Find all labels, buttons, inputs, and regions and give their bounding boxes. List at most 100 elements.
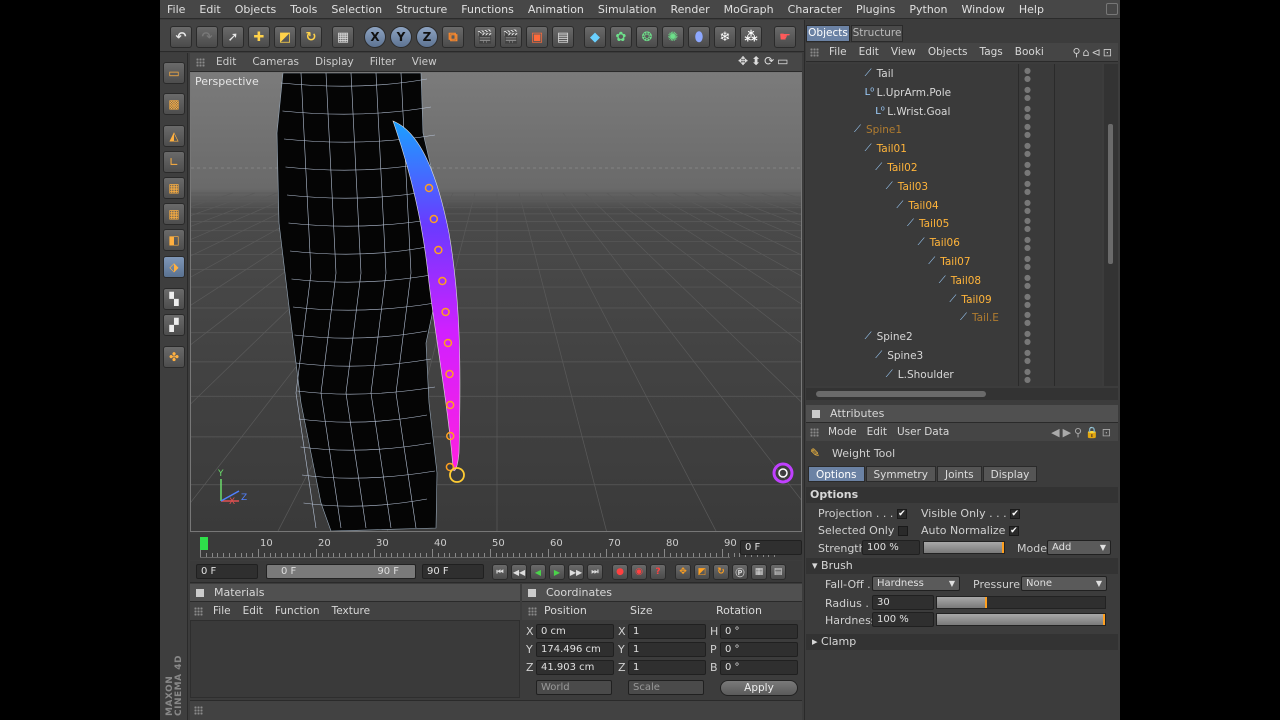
menu-plugins[interactable]: Plugins [849, 3, 902, 16]
list-item[interactable]: ⟋ Tail ● ● [806, 66, 1102, 85]
list-item[interactable]: ⟋ Tail02 ● ● [806, 160, 1102, 179]
points-mode-icon[interactable]: ▦ [163, 177, 185, 199]
mode-dropdown[interactable]: Add ▼ [1047, 540, 1111, 555]
enable-snapping-icon[interactable]: ▚ [163, 288, 185, 310]
apply-button[interactable]: Apply [720, 680, 798, 696]
list-item[interactable]: ⟋ Tail04 ● ● [806, 198, 1102, 217]
menu-functions[interactable]: Functions [454, 3, 521, 16]
object-tree-vscroll[interactable] [1104, 64, 1118, 386]
play-backward-icon[interactable]: ◀ [530, 564, 546, 580]
deformer-icon[interactable]: ✺ [662, 26, 684, 48]
list-item[interactable]: L⁰ L.Wrist.Goal ● ● [806, 104, 1102, 123]
viewport[interactable]: Perspective Y X Z [190, 72, 802, 532]
viewport-nav-icons[interactable]: ✥⬍⟳▭ [738, 54, 792, 68]
visibility-dots-icon[interactable]: ● ● [1024, 236, 1031, 252]
size-z-field[interactable]: 1 [628, 660, 706, 675]
model-mode-icon[interactable]: ◭ [163, 125, 185, 147]
visibility-dots-icon[interactable]: ● ● [1024, 273, 1031, 290]
object-axis-icon[interactable]: ∟ [163, 151, 185, 173]
menu-file[interactable]: File [160, 3, 192, 16]
object-manager-tools-icons[interactable]: ⚲⌂⊲⊡ [1073, 46, 1114, 59]
menu-help[interactable]: Help [1012, 3, 1051, 16]
visibility-dots-icon[interactable]: ● ● [1024, 123, 1031, 139]
menu-python[interactable]: Python [902, 3, 954, 16]
position-x-field[interactable]: 0 cm [536, 624, 614, 639]
visibility-dots-icon[interactable]: ● ● [1024, 292, 1031, 309]
menu-window[interactable]: Window [955, 3, 1012, 16]
particles-icon[interactable]: ⁂ [740, 26, 762, 48]
pressure-dropdown[interactable]: None ▼ [1021, 576, 1107, 591]
list-item[interactable]: ⟋ Spine3 ● ● [806, 348, 1102, 367]
edges-mode-icon[interactable]: ▦ [163, 203, 185, 225]
list-item[interactable]: ⟋ Tail09 ● ● [806, 292, 1102, 311]
window-restore-icon[interactable] [1106, 3, 1118, 15]
autokey-icon[interactable]: ◉ [631, 564, 647, 580]
make-editable-icon[interactable]: ▭ [163, 62, 185, 84]
timeline[interactable]: 0102030405060708090 0 F [190, 534, 802, 560]
python-script-icon[interactable]: ☛ [774, 26, 796, 48]
next-key-icon[interactable]: ▶▶ [568, 564, 584, 580]
key-scale-icon[interactable]: ◩ [694, 564, 710, 580]
menu-objects[interactable]: Objects [228, 3, 284, 16]
list-item[interactable]: ⟋ Tail01 ● ● [806, 141, 1102, 160]
scale-dropdown[interactable]: Scale [628, 680, 704, 695]
tab-symmetry[interactable]: Symmetry [865, 466, 936, 482]
play-forward-icon[interactable]: ▶ [549, 564, 565, 580]
visibility-dots-icon[interactable]: ● ● [1024, 179, 1031, 196]
end-frame-field[interactable]: 90 F [422, 564, 484, 579]
objects-menu-edit[interactable]: Edit [853, 46, 885, 58]
redo-icon[interactable]: ↷ [196, 26, 218, 48]
subdivision-surface-icon[interactable]: ✿ [610, 26, 632, 48]
menu-structure[interactable]: Structure [389, 3, 454, 16]
menu-mograph[interactable]: MoGraph [717, 3, 781, 16]
key-pla-icon[interactable]: ▦ [751, 564, 767, 580]
list-item[interactable]: ⟋ Tail.E ● ● [806, 310, 1102, 329]
list-item[interactable]: ⟋ Tail05 ● ● [806, 216, 1102, 235]
workplane-icon[interactable]: ▞ [163, 314, 185, 336]
visibility-dots-icon[interactable]: ● ● [1024, 217, 1031, 233]
visibility-dots-icon[interactable]: ● ● [1024, 104, 1031, 121]
array-generator-icon[interactable]: ❂ [636, 26, 658, 48]
objects-menu-file[interactable]: File [823, 46, 853, 58]
menu-tools[interactable]: Tools [283, 3, 324, 16]
undo-icon[interactable]: ↶ [170, 26, 192, 48]
brush-section[interactable]: ▾ Brush [806, 558, 1118, 574]
menu-render[interactable]: Render [664, 3, 717, 16]
rotation-h-field[interactable]: 0 ° [720, 624, 798, 639]
visibility-dots-icon[interactable]: ● ● [1024, 349, 1031, 365]
visibility-dots-icon[interactable]: ● ● [1024, 330, 1031, 346]
tab-joints[interactable]: Joints [936, 466, 982, 482]
render-settings-icon[interactable]: ▣ [526, 26, 548, 48]
list-item[interactable]: ⟋ Tail06 ● ● [806, 235, 1102, 254]
list-item[interactable]: ⟋ Tail03 ● ● [806, 179, 1102, 198]
prev-key-icon[interactable]: ◀◀ [511, 564, 527, 580]
objects-menu-view[interactable]: View [885, 46, 922, 58]
rotation-b-field[interactable]: 0 ° [720, 660, 798, 675]
hardness-slider[interactable] [936, 613, 1106, 626]
y-axis-lock-icon[interactable]: Y [390, 26, 412, 48]
visibility-dots-icon[interactable]: ● ● [1024, 367, 1031, 384]
render-view-icon[interactable]: 🎬 [474, 26, 496, 48]
selected-only-checkbox[interactable] [897, 526, 908, 536]
list-item[interactable]: ⟋ Spine2 ● ● [806, 329, 1102, 348]
menu-edit[interactable]: Edit [192, 3, 227, 16]
position-z-field[interactable]: 41.903 cm [536, 660, 614, 675]
visibility-dots-icon[interactable]: ● ● [1024, 142, 1031, 158]
cube-object-icon[interactable]: ◆ [584, 26, 606, 48]
list-item[interactable]: ⟋ Spine1 ● ● [806, 122, 1102, 141]
viewport-menu-display[interactable]: Display [307, 56, 362, 68]
key-rotation-icon[interactable]: ↻ [713, 564, 729, 580]
list-item[interactable]: ⟋ Tail08 ● ● [806, 273, 1102, 292]
objects-menu-tags[interactable]: Tags [974, 46, 1009, 58]
polygons-mode-icon[interactable]: ◧ [163, 229, 185, 251]
move-tool-icon[interactable]: ✚ [248, 26, 270, 48]
record-icon[interactable]: ● [612, 564, 628, 580]
object-tree[interactable]: ⟋ Tail ● ● L⁰ L.UprArm.Pole ● ● L⁰ L.Wrist.Goal… [806, 64, 1102, 386]
tab-structure[interactable]: Structure [851, 25, 903, 42]
sculpt-icon[interactable]: ✤ [163, 346, 185, 368]
materials-menu-function[interactable]: Function [269, 605, 326, 617]
size-x-field[interactable]: 1 [628, 624, 706, 639]
visibility-dots-icon[interactable]: ● ● [1024, 67, 1031, 83]
start-frame-field[interactable]: 0 F [196, 564, 258, 579]
edit-render-settings-icon[interactable]: ▤ [552, 26, 574, 48]
